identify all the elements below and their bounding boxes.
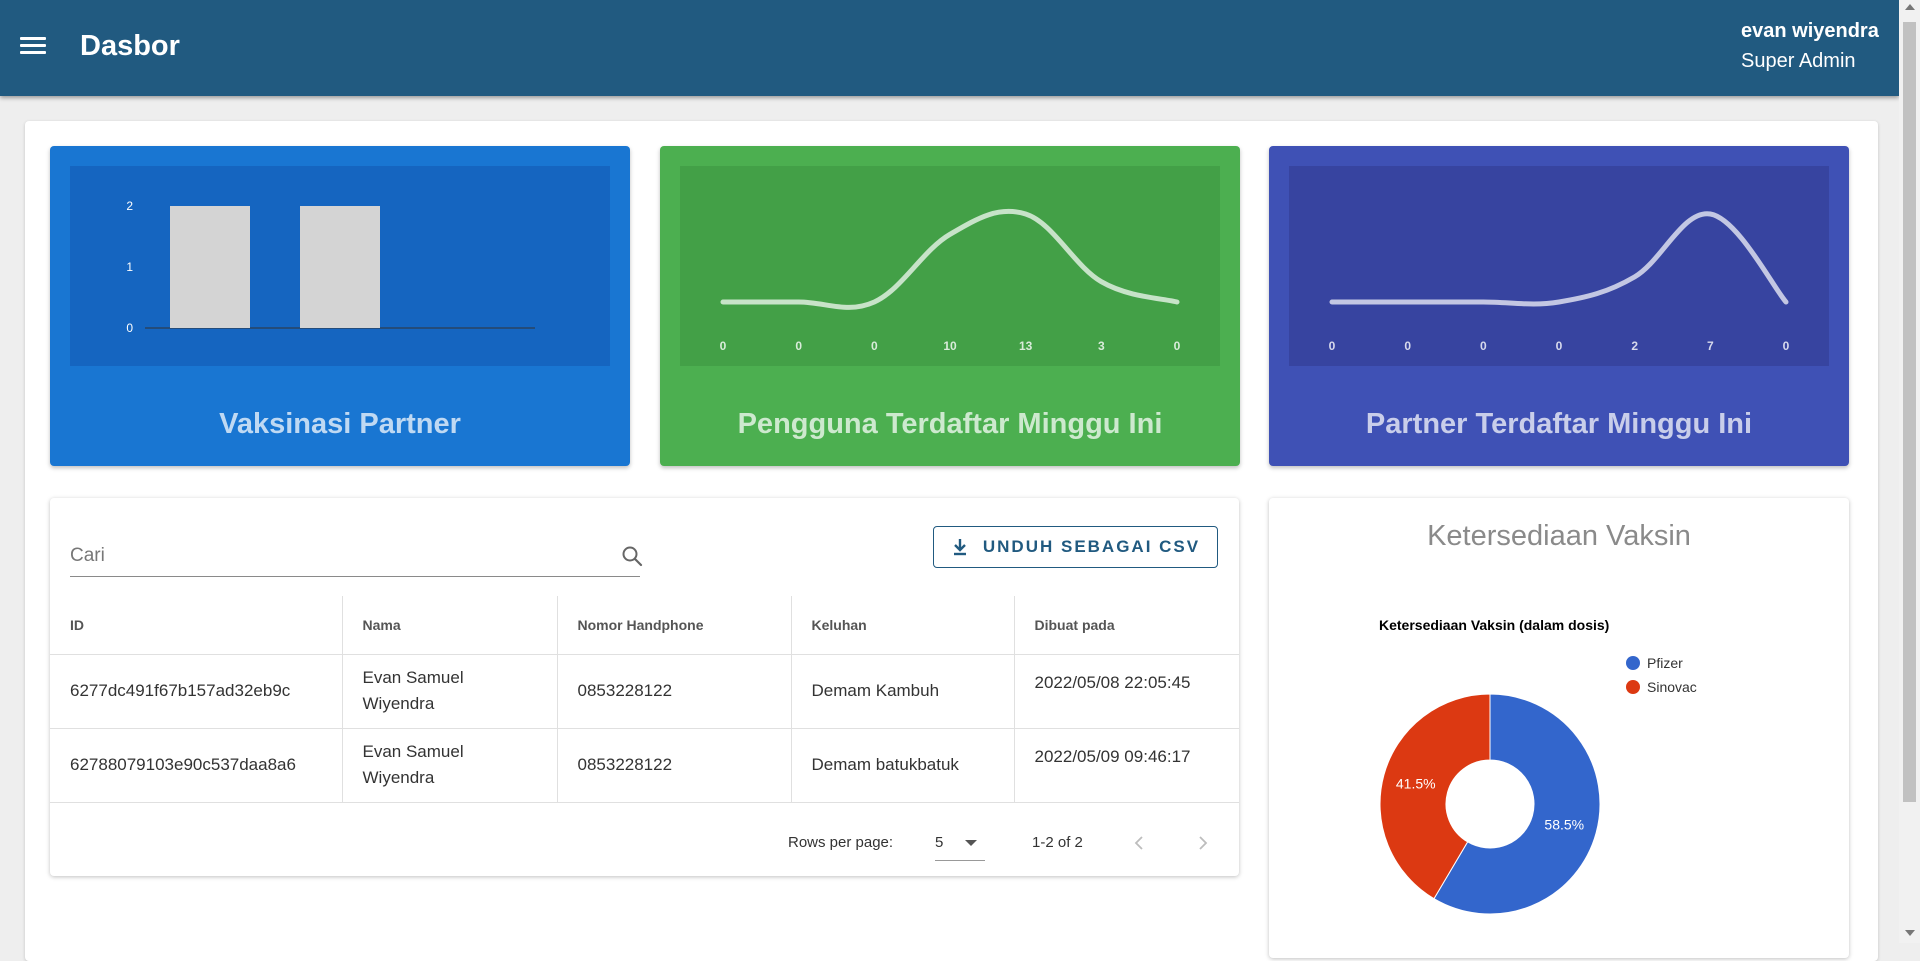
- cell-dibuat-pada: 2022/05/09 09:46:17: [1014, 728, 1239, 803]
- pagination-range: 1-2 of 2: [1032, 834, 1083, 851]
- cell-keluhan: Demam batukbatuk: [791, 728, 1015, 803]
- legend-label: Pfizer: [1647, 655, 1683, 671]
- x-tick-label: 0: [1480, 339, 1487, 353]
- cell-nama: Evan Samuel Wiyendra: [342, 728, 558, 803]
- partner-terdaftar-chart-area: 0 0 0 0 2 7 0: [1289, 166, 1829, 366]
- vaccine-availability-title: Ketersediaan Vaksin: [1427, 520, 1691, 552]
- slice-value-label: 41.5%: [1396, 776, 1436, 792]
- cell-id: 62788079103e90c537daa8a6: [50, 728, 343, 803]
- next-page-icon[interactable]: [1194, 835, 1210, 851]
- x-tick-label: 0: [1404, 339, 1411, 353]
- cell-nama: Evan Samuel Wiyendra: [342, 654, 558, 729]
- table-header-row: ID Nama Nomor Handphone Keluhan Dibuat p…: [50, 596, 1239, 655]
- download-csv-label: UNDUH SEBAGAI CSV: [982, 537, 1201, 556]
- search-input[interactable]: [70, 538, 590, 574]
- partner-terdaftar-card: 0 0 0 0 2 7 0 Partner Terdaftar Minggu Ini: [1269, 146, 1849, 466]
- x-tick-label: 0: [1556, 339, 1563, 353]
- series-line: [720, 208, 1180, 310]
- x-tick-label: 3: [1098, 339, 1105, 353]
- cell-keluhan: Demam Kambuh: [791, 654, 1015, 729]
- x-tick-label: 0: [1174, 339, 1181, 353]
- bar: [170, 206, 250, 328]
- rows-per-page-label: Rows per page:: [788, 834, 894, 851]
- vaksinasi-partner-chart-area: 0 1 2: [70, 166, 610, 366]
- y-tick-label: 2: [126, 199, 133, 213]
- vaccine-availability-card: Ketersediaan Vaksin Ketersediaan Vaksin …: [1269, 498, 1849, 958]
- partner-terdaftar-line-chart: 0 0 0 0 2 7 0: [1329, 211, 1790, 353]
- vaksinasi-partner-title: Vaksinasi Partner: [219, 408, 461, 440]
- dropdown-caret-icon: [965, 840, 977, 846]
- vaksinasi-partner-bar-chart: 0 1 2: [126, 199, 535, 335]
- legend-swatch: [1626, 680, 1640, 694]
- complaints-table-card: UNDUH SEBAGAI CSV ID Nama Nomor Handphon…: [50, 498, 1239, 876]
- rows-per-page-value: 5: [935, 834, 944, 851]
- search-field: [70, 538, 643, 577]
- pengguna-terdaftar-card: 0 0 0 10 13 3 0 Pengguna Terdaftar Minggu Ini: [660, 146, 1240, 466]
- legend-swatch: [1626, 656, 1640, 670]
- pengguna-terdaftar-title: Pengguna Terdaftar Minggu Ini: [737, 408, 1163, 440]
- vaksinasi-partner-card: 0 1 2 Vaksinasi Partner: [50, 146, 630, 466]
- table-row[interactable]: 62788079103e90c537daa8a6 Evan Samuel Wiy…: [50, 728, 1239, 803]
- y-tick-label: 0: [126, 321, 133, 335]
- donut-chart-title: Ketersediaan Vaksin (dalam dosis): [1379, 617, 1609, 633]
- search-icon[interactable]: [620, 544, 644, 568]
- user-role: Super Admin: [1741, 50, 1856, 72]
- x-tick-label: 0: [720, 339, 727, 353]
- partner-terdaftar-title: Partner Terdaftar Minggu Ini: [1365, 408, 1753, 440]
- download-icon: [953, 539, 966, 556]
- column-header-keluhan[interactable]: Keluhan: [791, 596, 1015, 655]
- series-line: [1329, 211, 1789, 307]
- cell-dibuat-pada: 2022/05/08 22:05:45: [1014, 654, 1239, 729]
- column-header-nomor-handphone[interactable]: Nomor Handphone: [557, 596, 792, 655]
- download-csv-button[interactable]: UNDUH SEBAGAI CSV: [933, 526, 1218, 568]
- vaccine-donut-chart: Ketersediaan Vaksin (dalam dosis) Pfizer S…: [1379, 617, 1697, 915]
- x-tick-label: 10: [943, 339, 957, 353]
- x-tick-label: 0: [795, 339, 802, 353]
- pengguna-terdaftar-chart-area: 0 0 0 10 13 3 0: [680, 166, 1220, 366]
- legend-label: Sinovac: [1647, 679, 1697, 695]
- y-tick-label: 1: [126, 260, 133, 274]
- page-title: Dasbor: [80, 30, 180, 62]
- x-tick-label: 0: [871, 339, 878, 353]
- user-name: evan wiyendra: [1741, 20, 1879, 42]
- rows-per-page-select[interactable]: 5: [935, 828, 985, 861]
- column-header-dibuat-pada[interactable]: Dibuat pada: [1014, 596, 1239, 655]
- column-header-id[interactable]: ID: [50, 596, 343, 655]
- cell-nomor-handphone: 0853228122: [557, 728, 792, 803]
- slice-value-label: 58.5%: [1544, 816, 1584, 832]
- hamburger-menu-icon[interactable]: [18, 34, 48, 60]
- complaints-table: ID Nama Nomor Handphone Keluhan Dibuat p…: [50, 596, 1239, 803]
- page-scrollbar[interactable]: [1899, 0, 1920, 943]
- column-header-nama[interactable]: Nama: [342, 596, 558, 655]
- pengguna-terdaftar-line-chart: 0 0 0 10 13 3 0: [720, 208, 1181, 353]
- table-pagination: Rows per page: 5 1-2 of 2: [50, 828, 1239, 868]
- app-bar: Dasbor evan wiyendra Super Admin: [0, 0, 1899, 96]
- x-tick-label: 7: [1707, 339, 1714, 353]
- previous-page-icon[interactable]: [1132, 835, 1148, 851]
- x-tick-label: 13: [1019, 339, 1033, 353]
- x-tick-label: 0: [1783, 339, 1790, 353]
- x-tick-label: 0: [1329, 339, 1336, 353]
- cell-id: 6277dc491f67b157ad32eb9c: [50, 654, 343, 729]
- scroll-down-arrow-icon[interactable]: [1905, 930, 1915, 936]
- scroll-up-arrow-icon[interactable]: [1905, 4, 1915, 10]
- bar: [300, 206, 380, 328]
- table-row[interactable]: 6277dc491f67b157ad32eb9c Evan Samuel Wiy…: [50, 654, 1239, 729]
- cell-nomor-handphone: 0853228122: [557, 654, 792, 729]
- scrollbar-thumb[interactable]: [1903, 22, 1916, 802]
- x-tick-label: 2: [1631, 339, 1638, 353]
